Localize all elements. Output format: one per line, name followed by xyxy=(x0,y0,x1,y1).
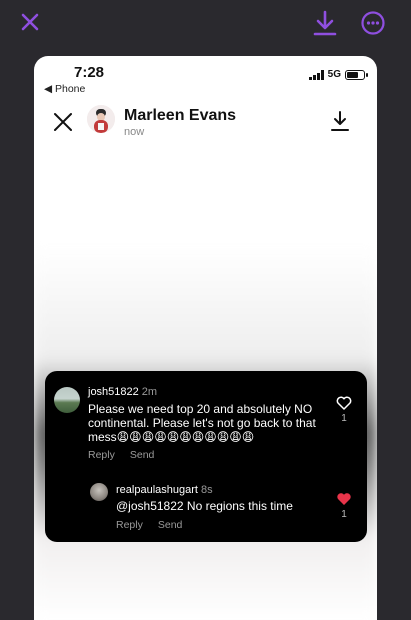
signal-icon xyxy=(308,69,324,80)
status-indicators: 5G xyxy=(308,69,368,80)
comment-thread-card: josh51822 2m Please we need top 20 and ab… xyxy=(45,371,367,542)
avatar[interactable] xyxy=(90,483,108,501)
comment-actions: Reply Send xyxy=(116,519,182,531)
heart-filled-icon[interactable] xyxy=(336,492,352,506)
more-options-icon[interactable] xyxy=(356,6,390,40)
send-button[interactable]: Send xyxy=(158,519,183,531)
download-icon[interactable] xyxy=(308,6,342,40)
comment-age: 2m xyxy=(141,386,158,398)
heart-outline-icon[interactable] xyxy=(336,396,352,410)
viewer-top-bar xyxy=(0,0,411,50)
comment-username-text[interactable]: josh51822 xyxy=(88,386,139,398)
close-icon[interactable] xyxy=(14,8,46,36)
comment-age: 8s xyxy=(200,484,213,496)
story-download-icon[interactable] xyxy=(330,110,350,132)
comment-username[interactable]: realpaulashugart 8s xyxy=(116,484,213,496)
like-count: 1 xyxy=(341,509,347,520)
story-avatar[interactable] xyxy=(87,105,115,133)
comment-text: @josh51822 No regions this time xyxy=(116,499,293,513)
story-timestamp: now xyxy=(124,126,145,138)
comment-text: Please we need top 20 and absolutely NO … xyxy=(88,402,316,444)
avatar[interactable] xyxy=(54,387,80,413)
story-close-icon[interactable] xyxy=(52,111,74,133)
back-to-phone-link[interactable]: ◀ Phone xyxy=(44,83,85,95)
reply-button[interactable]: Reply xyxy=(116,519,143,531)
comment-username-text[interactable]: realpaulashugart xyxy=(116,484,198,496)
comment-username[interactable]: josh51822 2m xyxy=(88,386,157,398)
battery-icon xyxy=(345,69,368,80)
send-button[interactable]: Send xyxy=(130,449,155,461)
comment-actions: Reply Send xyxy=(88,449,154,461)
story-username[interactable]: Marleen Evans xyxy=(124,107,236,125)
status-time: 7:28 xyxy=(74,64,105,81)
like-count: 1 xyxy=(341,413,347,424)
reply-button[interactable]: Reply xyxy=(88,449,115,461)
network-label: 5G xyxy=(327,69,341,80)
